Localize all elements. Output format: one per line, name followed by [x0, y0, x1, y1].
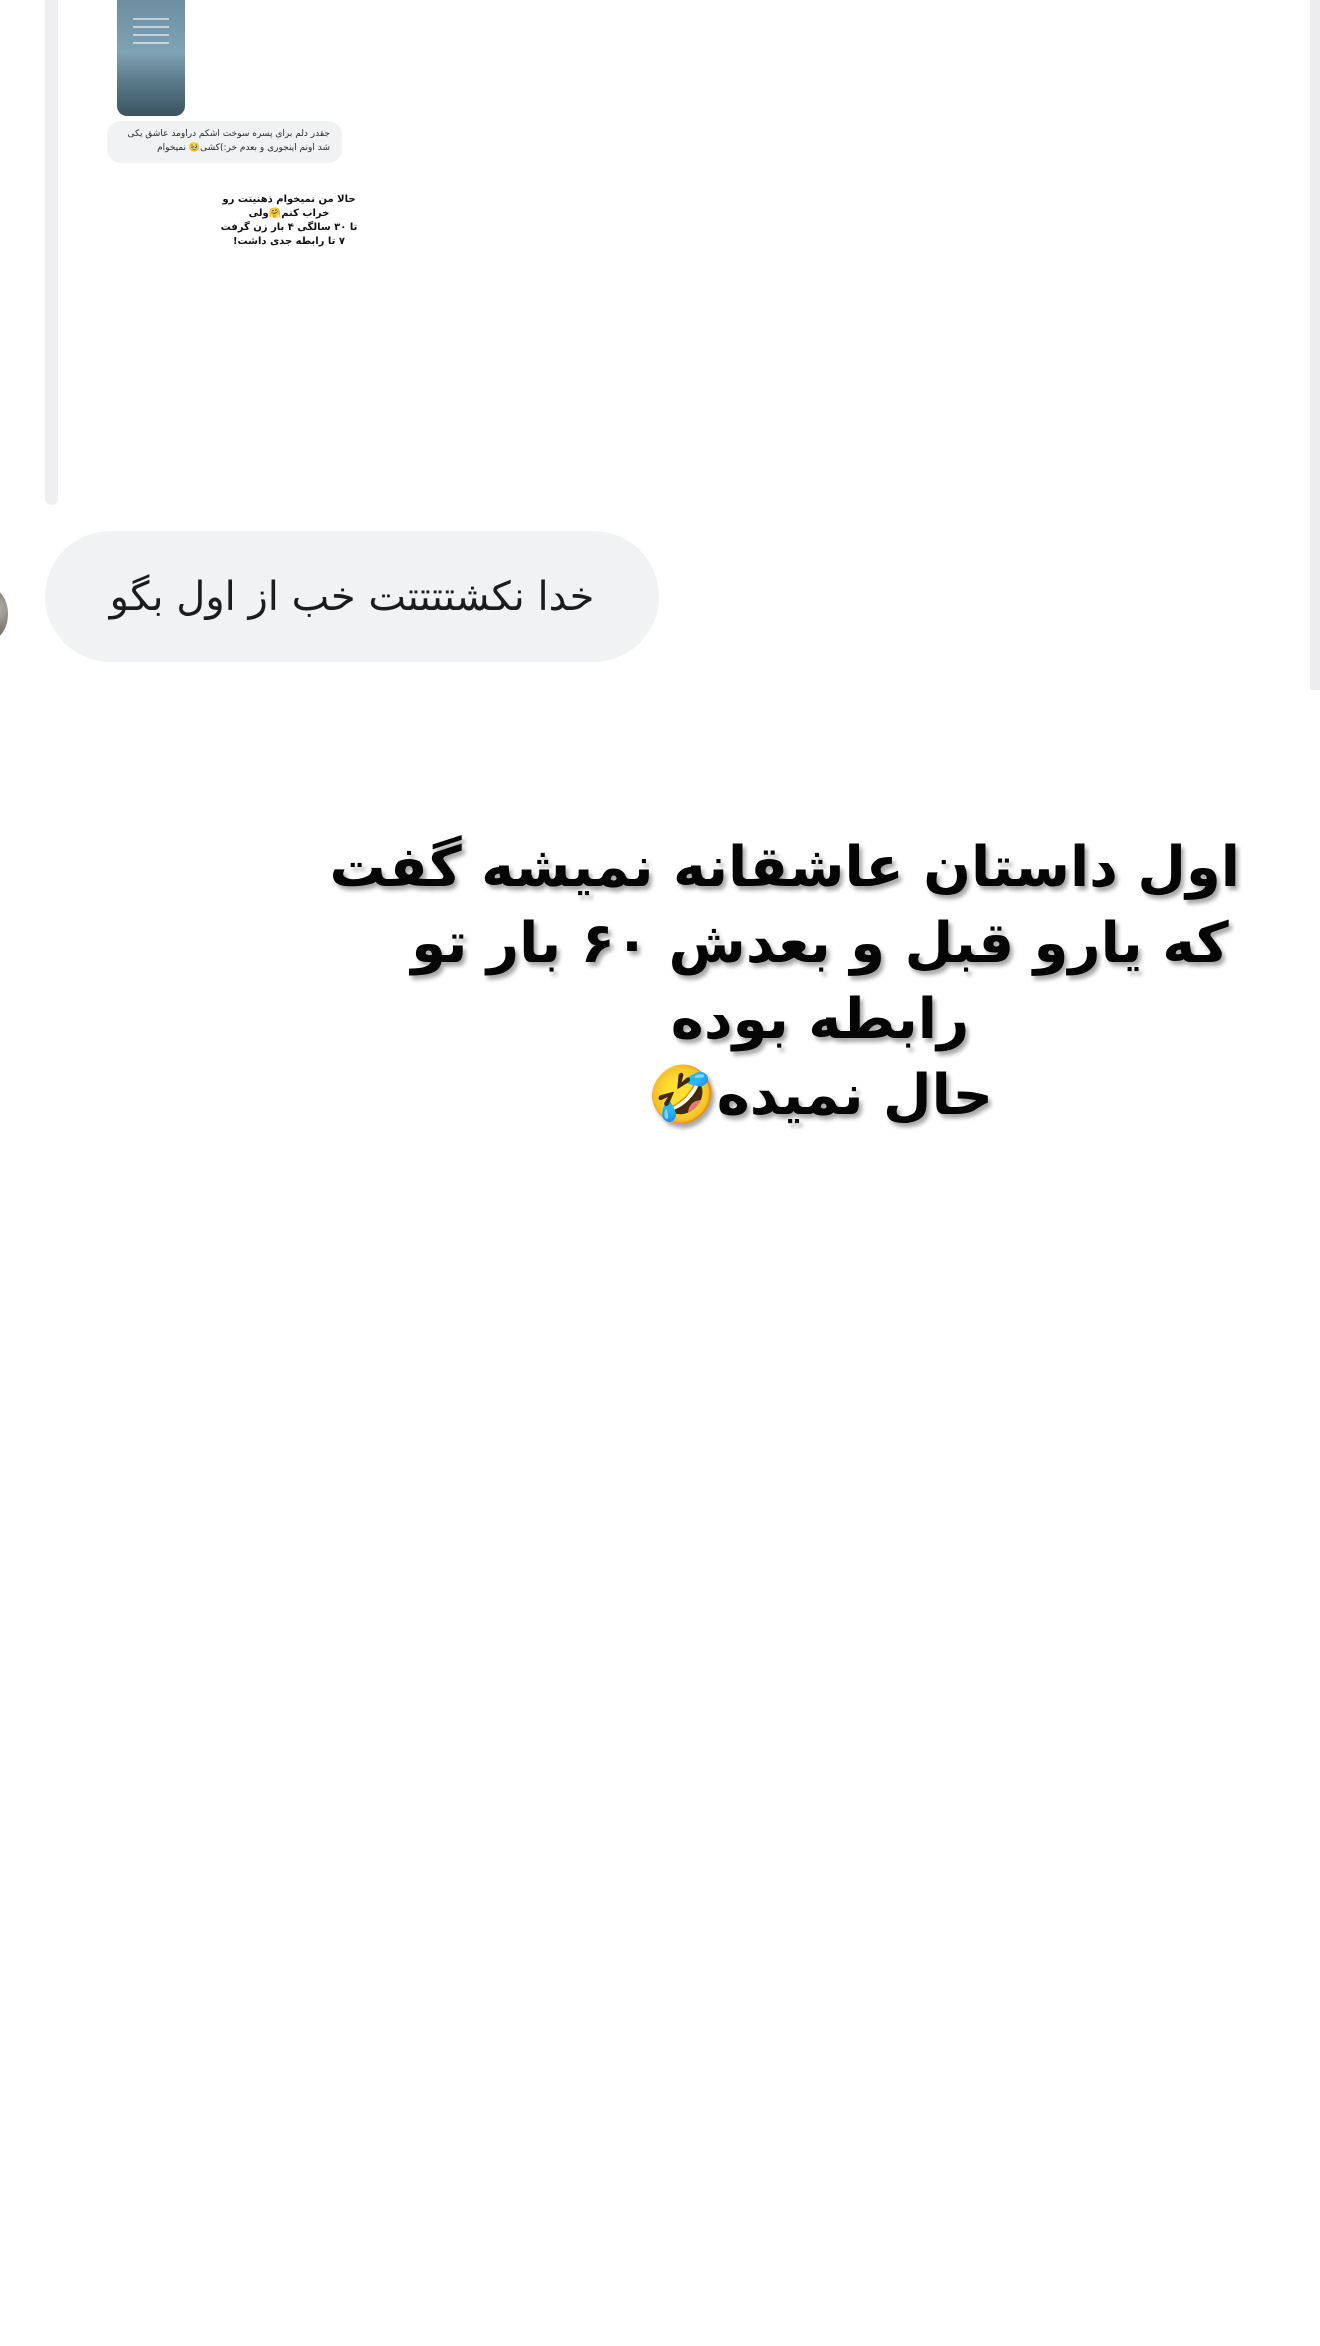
overlay-line: رابطه بوده: [670, 987, 970, 1052]
quoted-message-line: جقدر دلم برای پسره سوخت اشکم دراومد عاشق…: [127, 129, 330, 139]
quoted-caption-line: تا ۳۰ سالگی ۴ بار زن گرفت: [220, 222, 358, 233]
thumbnail-text-line: [133, 34, 169, 36]
quoted-message-bubble[interactable]: جقدر دلم برای پسره سوخت اشکم دراومد عاشق…: [107, 121, 342, 163]
thumbnail-text-line: [133, 42, 169, 44]
overlay-line: که یارو قبل و بعدش ۶۰ بار تو: [411, 911, 1229, 976]
quoted-caption-line: حالا من نمیخوام ذهنیتت رو: [222, 194, 356, 205]
avatar[interactable]: [0, 588, 8, 640]
quoted-caption-line: ۷ تا رابطه جدی داشت!: [233, 236, 345, 247]
quoted-caption: حالا من نمیخوام ذهنیتت رو خراب کنم🤗ولی ت…: [214, 193, 364, 249]
screen: جقدر دلم برای پسره سوخت اشکم دراومد عاشق…: [0, 0, 1320, 2346]
overlay-caption: اول داستان عاشقانه نمیشه گفت که یارو قبل…: [329, 830, 1240, 1134]
scrollbar[interactable]: [1310, 0, 1320, 690]
thumbnail-text-line: [133, 26, 169, 28]
overlay-line: حال نمیده🤣: [646, 1063, 994, 1128]
quoted-caption-line: خراب کنم🤗ولی: [248, 208, 330, 219]
reply-quote-bar: [45, 0, 58, 505]
quoted-message-line: شد اونم اینجوری و بعدم خر:)کشی🥹 نمیخوام: [157, 143, 330, 153]
thumbnail-text-line: [133, 18, 169, 20]
message-text: خدا نکشتتتتت خب از اول بگو: [109, 573, 595, 620]
story-thumbnail[interactable]: [117, 0, 185, 116]
overlay-line: اول داستان عاشقانه نمیشه گفت: [329, 835, 1240, 900]
message-bubble[interactable]: خدا نکشتتتتت خب از اول بگو: [45, 531, 659, 662]
